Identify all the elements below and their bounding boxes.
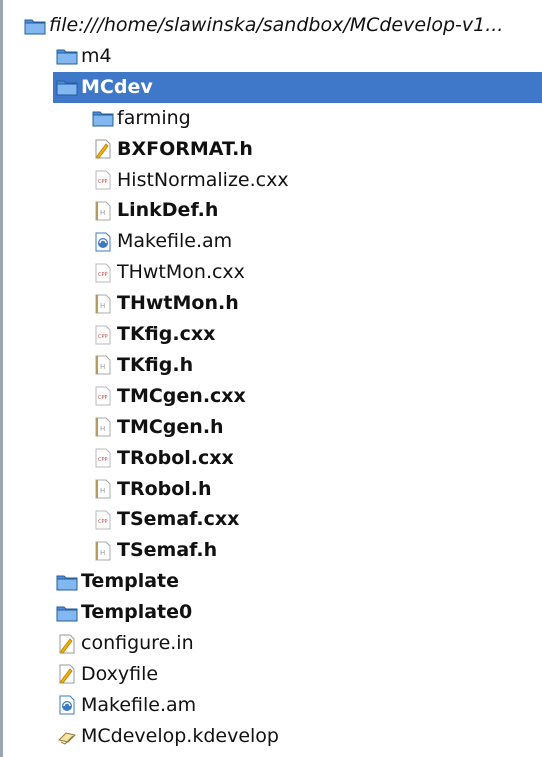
tree-item-label: Makefile.am xyxy=(81,693,197,716)
header-file-icon: H xyxy=(91,477,115,501)
svg-text:CPP: CPP xyxy=(98,334,108,340)
tree-item-farming[interactable]: farming xyxy=(3,103,542,134)
tree-item-label: m4 xyxy=(81,44,112,67)
tree-item-trobol-cxx[interactable]: CPP TRobol.cxx xyxy=(3,443,542,474)
tree-item-tmcgen-h[interactable]: H TMCgen.h xyxy=(3,412,542,443)
tree-item-tkfig-cxx[interactable]: CPP TKfig.cxx xyxy=(3,319,542,350)
tree-item-label: Doxyfile xyxy=(81,662,159,685)
tree-item-m4[interactable]: m4 xyxy=(3,41,542,72)
tree-item-thwtmon-h[interactable]: H THwtMon.h xyxy=(3,288,542,319)
tree-item-template0[interactable]: Template0 xyxy=(3,597,542,628)
header-file-icon: H xyxy=(91,539,115,563)
cpp-file-icon: CPP xyxy=(91,508,115,532)
tree-item-template[interactable]: Template xyxy=(3,566,542,597)
tree-item-trobol-h[interactable]: H TRobol.h xyxy=(3,474,542,505)
tree-item-histnormalize-cxx[interactable]: CPP HistNormalize.cxx xyxy=(3,165,542,196)
svg-text:H: H xyxy=(100,549,105,557)
tree-item-label: MCdevelop.kdevelop xyxy=(81,724,279,747)
file-tree-panel: file:///home/slawinska/sandbox/MCdevelop… xyxy=(0,0,542,757)
svg-text:CPP: CPP xyxy=(98,519,108,525)
tree-item-linkdef-h[interactable]: H LinkDef.h xyxy=(3,195,542,226)
tree-item-label: MCdev xyxy=(81,75,153,98)
cpp-file-icon: CPP xyxy=(91,384,115,408)
tree-item-label: configure.in xyxy=(81,632,194,654)
svg-text:CPP: CPP xyxy=(98,395,108,401)
project-file-icon xyxy=(55,724,79,748)
tree-item-label: TKfig.h xyxy=(117,353,194,376)
folder-icon xyxy=(55,601,79,625)
tree-item-label: Template0 xyxy=(81,601,193,624)
header-file-icon: H xyxy=(91,353,115,377)
svg-text:H: H xyxy=(100,302,105,310)
tree-item-label: file:///home/slawinska/sandbox/MCdevelop… xyxy=(49,14,504,36)
tree-item-makefile-am[interactable]: Makefile.am xyxy=(3,226,542,257)
svg-text:H: H xyxy=(100,425,105,433)
svg-text:H: H xyxy=(100,487,105,495)
svg-text:CPP: CPP xyxy=(98,272,108,278)
tree-item-label: TSemaf.cxx xyxy=(117,508,240,531)
folder-icon xyxy=(91,106,115,130)
text-file-icon xyxy=(91,137,115,161)
tree-item-tsemaf-h[interactable]: H TSemaf.h xyxy=(3,535,542,566)
tree-item-label: HistNormalize.cxx xyxy=(117,168,289,191)
tree-item-label: LinkDef.h xyxy=(117,199,219,222)
tree-item-doxyfile[interactable]: Doxyfile xyxy=(3,659,542,690)
folder-icon xyxy=(55,570,79,594)
tree-item-label: farming xyxy=(117,106,191,129)
tree-item-label: TRobol.h xyxy=(117,477,212,500)
tree-item-label: TMCgen.cxx xyxy=(117,384,246,407)
svg-text:H: H xyxy=(100,363,105,371)
tree-item-label: THwtMon.h xyxy=(117,292,239,315)
tree-item-label: TRobol.cxx xyxy=(117,446,234,469)
tree-item-mcdev[interactable]: MCdev xyxy=(53,71,542,103)
tree-item-mcdevelop-kdevelop[interactable]: MCdevelop.kdevelop xyxy=(3,721,542,752)
header-file-icon: H xyxy=(91,415,115,439)
text-file-icon xyxy=(55,632,79,656)
header-file-icon: H xyxy=(91,199,115,223)
cpp-file-icon: CPP xyxy=(91,168,115,192)
tree-item-label: Template xyxy=(81,570,180,593)
tree-item-tmcgen-cxx[interactable]: CPP TMCgen.cxx xyxy=(3,381,542,412)
svg-text:CPP: CPP xyxy=(98,179,108,185)
cpp-file-icon: CPP xyxy=(91,261,115,285)
tree-item-label: Makefile.am xyxy=(117,230,233,253)
tree-item-label: TSemaf.h xyxy=(117,539,218,562)
cpp-file-icon: CPP xyxy=(91,446,115,470)
tree-item-label: TMCgen.h xyxy=(117,415,224,438)
tree-item-label: TKfig.cxx xyxy=(117,323,216,345)
folder-icon xyxy=(55,44,79,68)
folder-icon xyxy=(23,14,47,38)
tree-item-tkfig-h[interactable]: H TKfig.h xyxy=(3,350,542,381)
makefile-icon xyxy=(55,693,79,717)
makefile-icon xyxy=(91,230,115,254)
header-file-icon: H xyxy=(91,292,115,316)
tree-item-label: BXFORMAT.h xyxy=(117,137,253,160)
tree-item-configure-in[interactable]: configure.in xyxy=(3,628,542,659)
text-file-icon xyxy=(55,662,79,686)
cpp-file-icon: CPP xyxy=(91,323,115,347)
tree-item-thwtmon-cxx[interactable]: CPP THwtMon.cxx xyxy=(3,257,542,288)
folder-open-icon xyxy=(55,75,79,99)
svg-text:H: H xyxy=(100,209,105,217)
svg-text:CPP: CPP xyxy=(98,457,108,463)
tree-item-bxformat-h[interactable]: BXFORMAT.h xyxy=(3,134,542,165)
tree-item-label: THwtMon.cxx xyxy=(117,261,245,284)
tree-item-tsemaf-cxx[interactable]: CPP TSemaf.cxx xyxy=(3,504,542,535)
tree-item-makefile-am[interactable]: Makefile.am xyxy=(3,690,542,721)
tree-item-file-home-slawinska-sandbox-mcdevelop-v1[interactable]: file:///home/slawinska/sandbox/MCdevelop… xyxy=(3,10,542,41)
